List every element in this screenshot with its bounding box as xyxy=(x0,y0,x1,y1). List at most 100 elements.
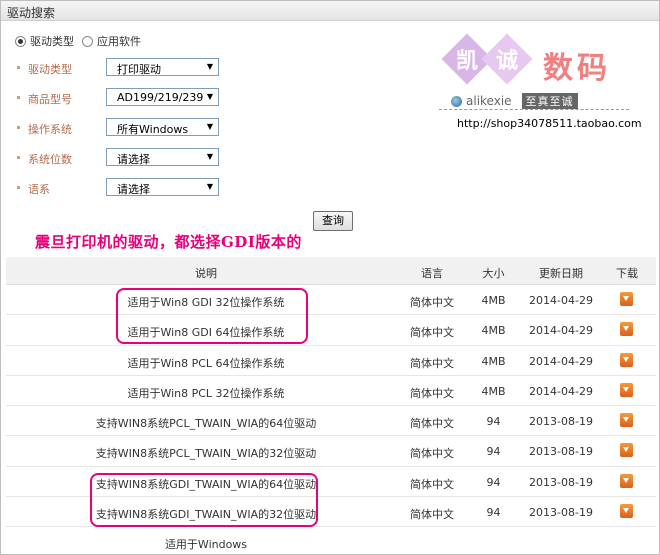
shop-watermark: 凯 诚 数码 alikexie 至真至诚 http://shop34078511… xyxy=(439,33,649,136)
header-date: 更新日期 xyxy=(539,267,583,280)
row-lang: 简体中文 xyxy=(410,356,454,370)
highlight-gdi-win8 xyxy=(116,288,308,344)
search-type-radio-group: 驱动类型 应用软件 xyxy=(15,33,145,49)
download-icon[interactable] xyxy=(620,473,633,488)
radio-driver-type-label[interactable]: 驱动类型 xyxy=(30,33,74,49)
filter-row-driver-type: 驱动类型 打印驱动 ▼ xyxy=(11,58,231,78)
row-lang: 简体中文 xyxy=(410,386,454,400)
bullet-icon xyxy=(17,186,20,189)
filter-label: 语系 xyxy=(28,183,50,196)
select-value: AD199/219/239 xyxy=(117,91,204,104)
dropdown-arrow-icon: ▼ xyxy=(206,92,213,101)
row-size: 4MB xyxy=(481,294,506,307)
download-icon[interactable] xyxy=(620,352,633,367)
download-icon[interactable] xyxy=(620,322,633,337)
table-row: 适用于Win8 GDI 32位操作系统 简体中文 4MB 2014-04-29 xyxy=(6,285,656,316)
download-icon[interactable] xyxy=(620,443,633,458)
filter-row-os: 操作系统 所有Windows ▼ xyxy=(11,118,231,138)
row-lang: 简体中文 xyxy=(410,417,454,431)
panel-title: 驱动搜索 xyxy=(7,6,56,20)
row-size: 94 xyxy=(486,415,501,429)
row-desc[interactable]: 支持WIN8系统PCL_TWAIN_WIA的64位驱动 xyxy=(6,415,406,431)
row-desc[interactable]: 支持WIN8系统PCL_TWAIN_WIA的32位驱动 xyxy=(6,445,406,461)
select-value: 打印驱动 xyxy=(117,63,161,76)
bullet-icon xyxy=(17,66,20,69)
row-size: 94 xyxy=(486,506,501,520)
model-select[interactable]: AD199/219/239 ▼ xyxy=(106,88,219,106)
table-header: 说明 语言 大小 更新日期 下载 xyxy=(6,257,656,285)
logo-url: http://shop34078511.taobao.com xyxy=(457,117,642,130)
filter-row-language: 语系 请选择 ▼ xyxy=(11,178,231,198)
radio-driver-type[interactable] xyxy=(15,35,26,47)
filter-label: 商品型号 xyxy=(28,93,72,106)
row-size: 94 xyxy=(486,475,501,489)
filter-label: 操作系统 xyxy=(28,123,72,136)
row-lang: 简体中文 xyxy=(410,477,454,491)
language-select[interactable]: 请选择 ▼ xyxy=(106,178,219,196)
select-value: 请选择 xyxy=(117,183,150,196)
row-size: 4MB xyxy=(481,384,506,398)
row-desc[interactable]: 适用于Win8 PCL 64位操作系统 xyxy=(6,355,406,371)
download-icon[interactable] xyxy=(620,292,633,306)
logo-brand-text: 数码 xyxy=(543,51,611,86)
os-select[interactable]: 所有Windows ▼ xyxy=(106,118,219,136)
logo-badge: 至真至诚 xyxy=(521,93,578,109)
dropdown-arrow-icon: ▼ xyxy=(206,62,213,71)
table-row: 适用于Win8 GDI 64位操作系统 简体中文 4MB 2014-04-29 xyxy=(6,315,656,346)
table-row: 支持WIN8系统PCL_TWAIN_WIA的64位驱动 简体中文 94 2013-08… xyxy=(6,406,656,437)
logo-divider xyxy=(439,109,629,110)
download-icon[interactable] xyxy=(620,504,633,519)
row-size: 4MB xyxy=(481,354,506,368)
row-date: 2013-08-19 xyxy=(529,475,593,489)
header-size: 大小 xyxy=(482,267,505,280)
filter-row-model: 商品型号 AD199/219/239 ▼ xyxy=(11,88,231,108)
select-value: 所有Windows xyxy=(117,123,189,136)
globe-icon xyxy=(451,95,462,107)
row-date: 2014-04-29 xyxy=(529,324,593,338)
driver-type-select[interactable]: 打印驱动 ▼ xyxy=(106,58,219,76)
download-icon[interactable] xyxy=(620,382,633,397)
highlight-gdi-twain xyxy=(90,473,318,527)
table-row: 适用于Win8 PCL 32位操作系统 简体中文 4MB 2014-04-29 xyxy=(6,376,656,407)
row-desc[interactable]: 适用于Win8 PCL 32位操作系统 xyxy=(6,385,406,401)
dropdown-arrow-icon: ▼ xyxy=(206,182,213,191)
row-size: 4MB xyxy=(481,324,506,338)
table-row: 支持WIN8系统PCL_TWAIN_WIA的32位驱动 简体中文 94 2013-08… xyxy=(6,436,656,467)
bullet-icon xyxy=(17,126,20,129)
row-desc[interactable]: 适用于Windows xyxy=(6,536,406,552)
radio-application-label[interactable]: 应用软件 xyxy=(97,33,141,49)
header-download: 下载 xyxy=(616,267,638,280)
query-button[interactable]: 查询 xyxy=(313,211,353,231)
header-desc: 说明 xyxy=(195,267,217,280)
row-lang: 简体中文 xyxy=(410,447,454,461)
bullet-icon xyxy=(17,96,20,99)
row-date: 2013-08-19 xyxy=(529,445,593,459)
logo-user: alikexie xyxy=(466,94,512,108)
driver-search-panel: 驱动搜索 驱动类型 应用软件 驱动类型 打印驱动 ▼ 商品型号 AD199/21… xyxy=(0,0,660,555)
logo-user-line: alikexie 至真至诚 xyxy=(451,93,578,109)
row-date: 2013-08-19 xyxy=(529,506,593,520)
table-row: 适用于Windows xyxy=(6,527,656,555)
annotation-text: 震旦打印机的驱动，都选择GDI版本的 xyxy=(35,233,302,251)
filter-row-bits: 系统位数 请选择 ▼ xyxy=(11,148,231,168)
row-lang: 简体中文 xyxy=(410,296,454,309)
row-date: 2014-04-29 xyxy=(529,294,593,307)
download-icon[interactable] xyxy=(620,413,633,428)
radio-application[interactable] xyxy=(82,35,93,47)
row-lang: 简体中文 xyxy=(410,508,454,522)
logo-glyph-2: 诚 xyxy=(481,33,533,85)
header-lang: 语言 xyxy=(421,267,443,280)
bits-select[interactable]: 请选择 ▼ xyxy=(106,148,219,166)
row-date: 2014-04-29 xyxy=(529,384,593,398)
filter-label: 驱动类型 xyxy=(28,63,72,76)
row-date: 2014-04-29 xyxy=(529,354,593,368)
row-date: 2013-08-19 xyxy=(529,415,593,429)
dropdown-arrow-icon: ▼ xyxy=(206,152,213,161)
row-lang: 简体中文 xyxy=(410,326,454,340)
row-size: 94 xyxy=(486,445,501,459)
select-value: 请选择 xyxy=(117,153,150,166)
table-row: 适用于Win8 PCL 64位操作系统 简体中文 4MB 2014-04-29 xyxy=(6,346,656,376)
panel-title-bar: 驱动搜索 xyxy=(1,1,659,21)
bullet-icon xyxy=(17,156,20,159)
filter-label: 系统位数 xyxy=(28,153,72,166)
